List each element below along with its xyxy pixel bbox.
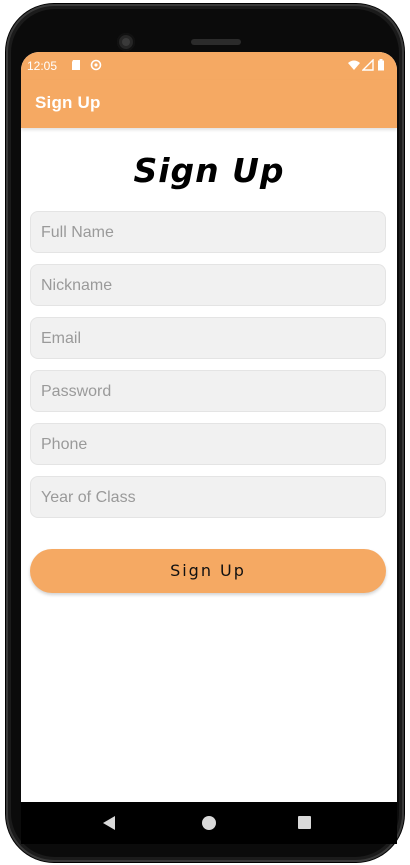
app-bar: Sign Up — [21, 80, 397, 128]
app-bar-title: Sign Up — [35, 93, 101, 112]
email-placeholder: Email — [41, 330, 82, 347]
phone-placeholder: Phone — [41, 436, 88, 453]
sd-card-icon — [72, 60, 80, 70]
earpiece-speaker — [191, 39, 241, 45]
battery-icon — [378, 59, 384, 71]
wifi-icon — [348, 60, 360, 70]
cell-signal-icon — [362, 59, 374, 71]
full-name-field[interactable]: Full Name — [30, 211, 386, 253]
nickname-placeholder: Nickname — [41, 277, 113, 294]
password-placeholder: Password — [41, 383, 112, 400]
app-screen: 12:05 Sign Up Sign Up Full Name Nickname… — [21, 52, 397, 802]
status-bar: 12:05 — [21, 52, 397, 80]
status-time: 12:05 — [27, 59, 58, 73]
year-of-class-placeholder: Year of Class — [41, 489, 136, 506]
sign-up-button[interactable]: Sign Up — [30, 549, 386, 593]
nickname-field[interactable]: Nickname — [30, 264, 386, 306]
back-icon[interactable] — [103, 816, 115, 830]
system-nav-bar — [21, 802, 397, 844]
phone-field[interactable]: Phone — [30, 423, 386, 465]
sync-icon — [90, 59, 102, 71]
recent-apps-icon[interactable] — [298, 816, 311, 829]
full-name-placeholder: Full Name — [41, 224, 114, 241]
home-icon[interactable] — [202, 816, 216, 830]
page-title: Sign Up — [133, 151, 285, 190]
year-of-class-field[interactable]: Year of Class — [30, 476, 386, 518]
email-field[interactable]: Email — [30, 317, 386, 359]
front-camera — [117, 33, 135, 51]
password-field[interactable]: Password — [30, 370, 386, 412]
